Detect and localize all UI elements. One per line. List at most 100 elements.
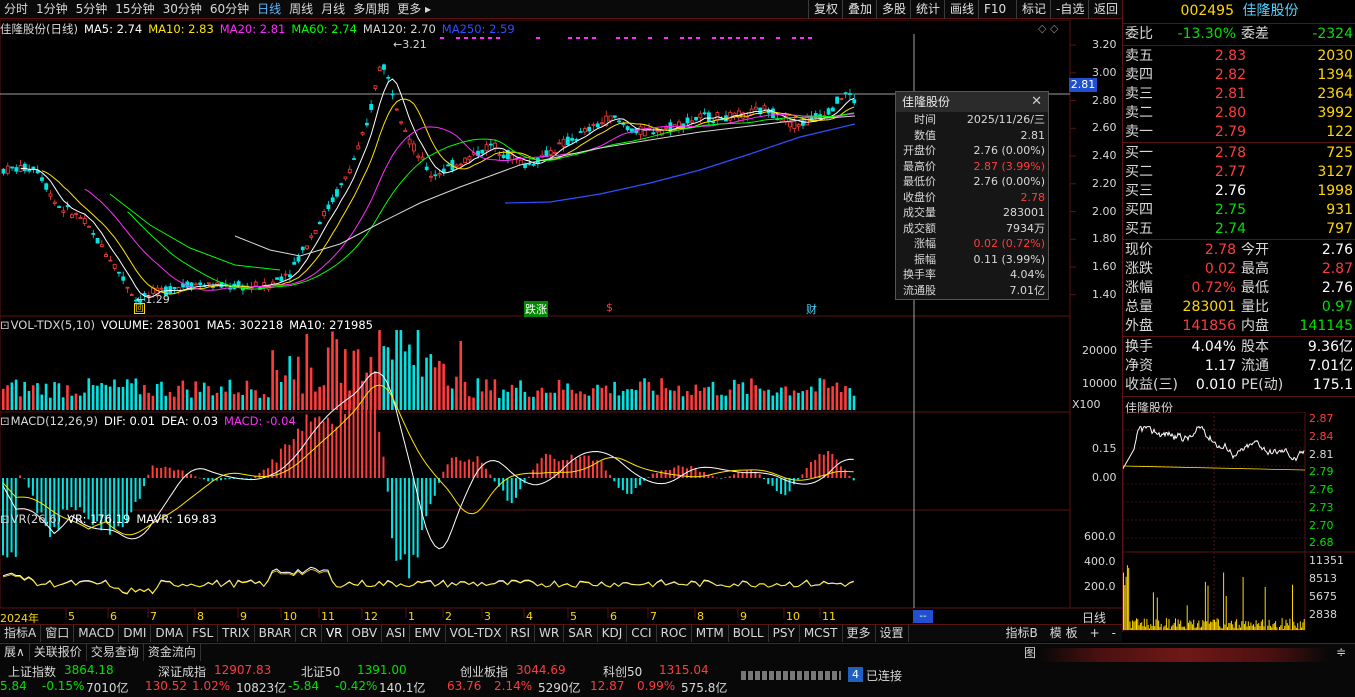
candle <box>322 208 327 219</box>
indicator-tab-11[interactable]: ASI <box>382 625 411 642</box>
order-row[interactable]: 卖三 2.81 2364 <box>1123 85 1355 104</box>
index-name-0[interactable]: 上证指数 <box>8 663 56 680</box>
indicator-tab-17[interactable]: KDJ <box>598 625 628 642</box>
indicator-tab-14[interactable]: RSI <box>507 625 536 642</box>
period-tab-10[interactable]: 更多 ▸ <box>393 0 435 19</box>
info-marker-icon[interactable]: 回 <box>134 303 145 314</box>
volume-bar <box>173 396 176 410</box>
indicator-tab-5[interactable]: FSL <box>188 625 219 642</box>
toolbar-button-1[interactable]: 叠加 <box>842 0 877 19</box>
mini-vol-bar <box>1276 627 1278 630</box>
period-tab-4[interactable]: 30分钟 <box>159 0 206 19</box>
event-marker-zhangdie[interactable]: 跌涨 <box>524 301 548 317</box>
period-tab-3[interactable]: 15分钟 <box>111 0 158 19</box>
order-row[interactable]: 买二 2.77 3127 <box>1123 163 1355 182</box>
volume-bar <box>515 387 518 410</box>
order-row[interactable]: 买五 2.74 797 <box>1123 220 1355 239</box>
order-label: 买五 <box>1125 221 1153 237</box>
indicator-tab-12[interactable]: EMV <box>410 625 446 642</box>
period-tab-2[interactable]: 5分钟 <box>72 0 112 19</box>
indicator-right-0[interactable]: 指标B <box>1000 625 1044 642</box>
period-tab-9[interactable]: 多周期 <box>349 0 393 19</box>
indicator-right-2[interactable]: + <box>1084 625 1106 642</box>
indicator-tab-4[interactable]: DMA <box>151 625 189 642</box>
toolbar-button-7[interactable]: -自选 <box>1050 0 1089 19</box>
period-tab-8[interactable]: 月线 <box>317 0 349 19</box>
indicator-tab-19[interactable]: ROC <box>657 625 692 642</box>
tooltip-row-3: 最高价 2.87 (3.99%) <box>896 159 1048 175</box>
period-tab-1[interactable]: 1分钟 <box>32 0 72 19</box>
stat-l1: 总量 <box>1125 299 1153 315</box>
x-tick-1: 5 <box>68 610 75 623</box>
candle <box>369 100 374 113</box>
indicator-tab-3[interactable]: DMI <box>119 625 152 642</box>
toolbar-button-8[interactable]: 返回 <box>1088 0 1123 19</box>
bottom-menu-item-0[interactable]: 展∧ <box>0 644 30 661</box>
bottom-menu-chart-button[interactable]: 图 <box>1024 644 1036 661</box>
indicator-tab-24[interactable]: 更多 <box>843 625 876 642</box>
x-tick-14: 6 <box>610 610 617 623</box>
event-marker-dollar[interactable]: $ <box>606 301 613 314</box>
order-row[interactable]: 卖一 2.79 122 <box>1123 123 1355 142</box>
indicator-tab-21[interactable]: BOLL <box>729 625 769 642</box>
indicator-tab-13[interactable]: VOL-TDX <box>446 625 507 642</box>
chart-diamond-icons[interactable]: ◇ ◇ <box>1038 22 1058 35</box>
volLabels-0: VOLUME: 283001 <box>101 318 201 332</box>
indicator-tab-2[interactable]: MACD <box>74 625 120 642</box>
index-name-1[interactable]: 深证成指 <box>158 663 206 680</box>
order-row[interactable]: 买三 2.76 1998 <box>1123 182 1355 201</box>
stock-header[interactable]: 002495 佳隆股份 <box>1123 0 1355 22</box>
chart-area[interactable]: 佳隆股份(日线) MA5: 2.74 MA10: 2.83 MA20: 2.81 MA6… <box>0 20 1122 625</box>
indicator-tab-16[interactable]: SAR <box>564 625 598 642</box>
indicator-right-3[interactable]: - <box>1106 625 1122 642</box>
volume-bar <box>621 390 625 410</box>
order-row[interactable]: 买一 2.78 725 <box>1123 144 1355 163</box>
indicator-tab-20[interactable]: MTM <box>692 625 729 642</box>
index-name-3[interactable]: 创业板指 <box>460 663 508 680</box>
order-row[interactable]: 买四 2.75 931 <box>1123 201 1355 220</box>
period-tab-6[interactable]: 日线 <box>253 0 285 19</box>
indicator-right-1[interactable]: 模 板 <box>1044 625 1084 642</box>
volume-bar <box>190 397 193 410</box>
bottom-menu-item-3[interactable]: 资金流向 <box>144 644 201 661</box>
indicator-tab-7[interactable]: BRAR <box>255 625 297 642</box>
mini-vol-bar <box>1178 623 1180 630</box>
order-row[interactable]: 卖二 2.80 3992 <box>1123 104 1355 123</box>
toolbar-button-3[interactable]: 统计 <box>910 0 945 19</box>
volume-bar <box>442 363 445 410</box>
tooltip-rows: 时间 2025/11/26/三 数值 2.81 开盘价 2.76 (0.00%) 最高价 2.… <box>896 112 1048 298</box>
toolbar-button-5[interactable]: F10 <box>978 0 1011 19</box>
indicator-tab-1[interactable]: 窗口 <box>41 625 75 642</box>
indicator-tab-18[interactable]: CCI <box>627 625 657 642</box>
indicator-tab-6[interactable]: TRIX <box>218 625 255 642</box>
indicator-tab-0[interactable]: 指标A <box>0 625 42 642</box>
indicator-tab-22[interactable]: PSY <box>769 625 800 642</box>
indicator-tab-25[interactable]: 设置 <box>876 625 909 642</box>
scroll-handle-icon[interactable]: ≑ <box>1336 645 1346 659</box>
period-tab-7[interactable]: 周线 <box>285 0 317 19</box>
volume-bar <box>604 385 608 410</box>
index-name-4[interactable]: 科创50 <box>603 663 642 680</box>
bottom-menu-item-2[interactable]: 交易查询 <box>87 644 144 661</box>
indicator-tab-10[interactable]: OBV <box>348 625 383 642</box>
toolbar-button-4[interactable]: 画线 <box>944 0 979 19</box>
indicator-tab-23[interactable]: MCST <box>800 625 843 642</box>
event-marker-finance[interactable]: 财 <box>806 301 817 317</box>
toolbar-button-0[interactable]: 复权 <box>808 0 843 19</box>
bottom-menu-item-1[interactable]: 关联报价 <box>30 644 87 661</box>
order-row[interactable]: 卖四 2.82 1394 <box>1123 66 1355 85</box>
x-tick-2: 6 <box>110 610 117 623</box>
volume-bar <box>318 386 321 410</box>
indicator-tab-9[interactable]: VR <box>322 625 348 642</box>
order-row[interactable]: 卖五 2.83 2030 <box>1123 47 1355 66</box>
close-icon[interactable]: ✕ <box>1031 92 1042 112</box>
period-tab-0[interactable]: 分时 <box>0 0 32 19</box>
index-amount-4: 575.8亿 <box>681 681 728 695</box>
index-name-2[interactable]: 北证50 <box>301 663 340 680</box>
mini-vol-bar <box>1198 620 1200 630</box>
indicator-tab-8[interactable]: CR <box>296 625 322 642</box>
period-tab-5[interactable]: 60分钟 <box>206 0 253 19</box>
toolbar-button-6[interactable]: 标记 <box>1016 0 1051 19</box>
toolbar-button-2[interactable]: 多股 <box>876 0 911 19</box>
indicator-tab-15[interactable]: WR <box>535 625 565 642</box>
